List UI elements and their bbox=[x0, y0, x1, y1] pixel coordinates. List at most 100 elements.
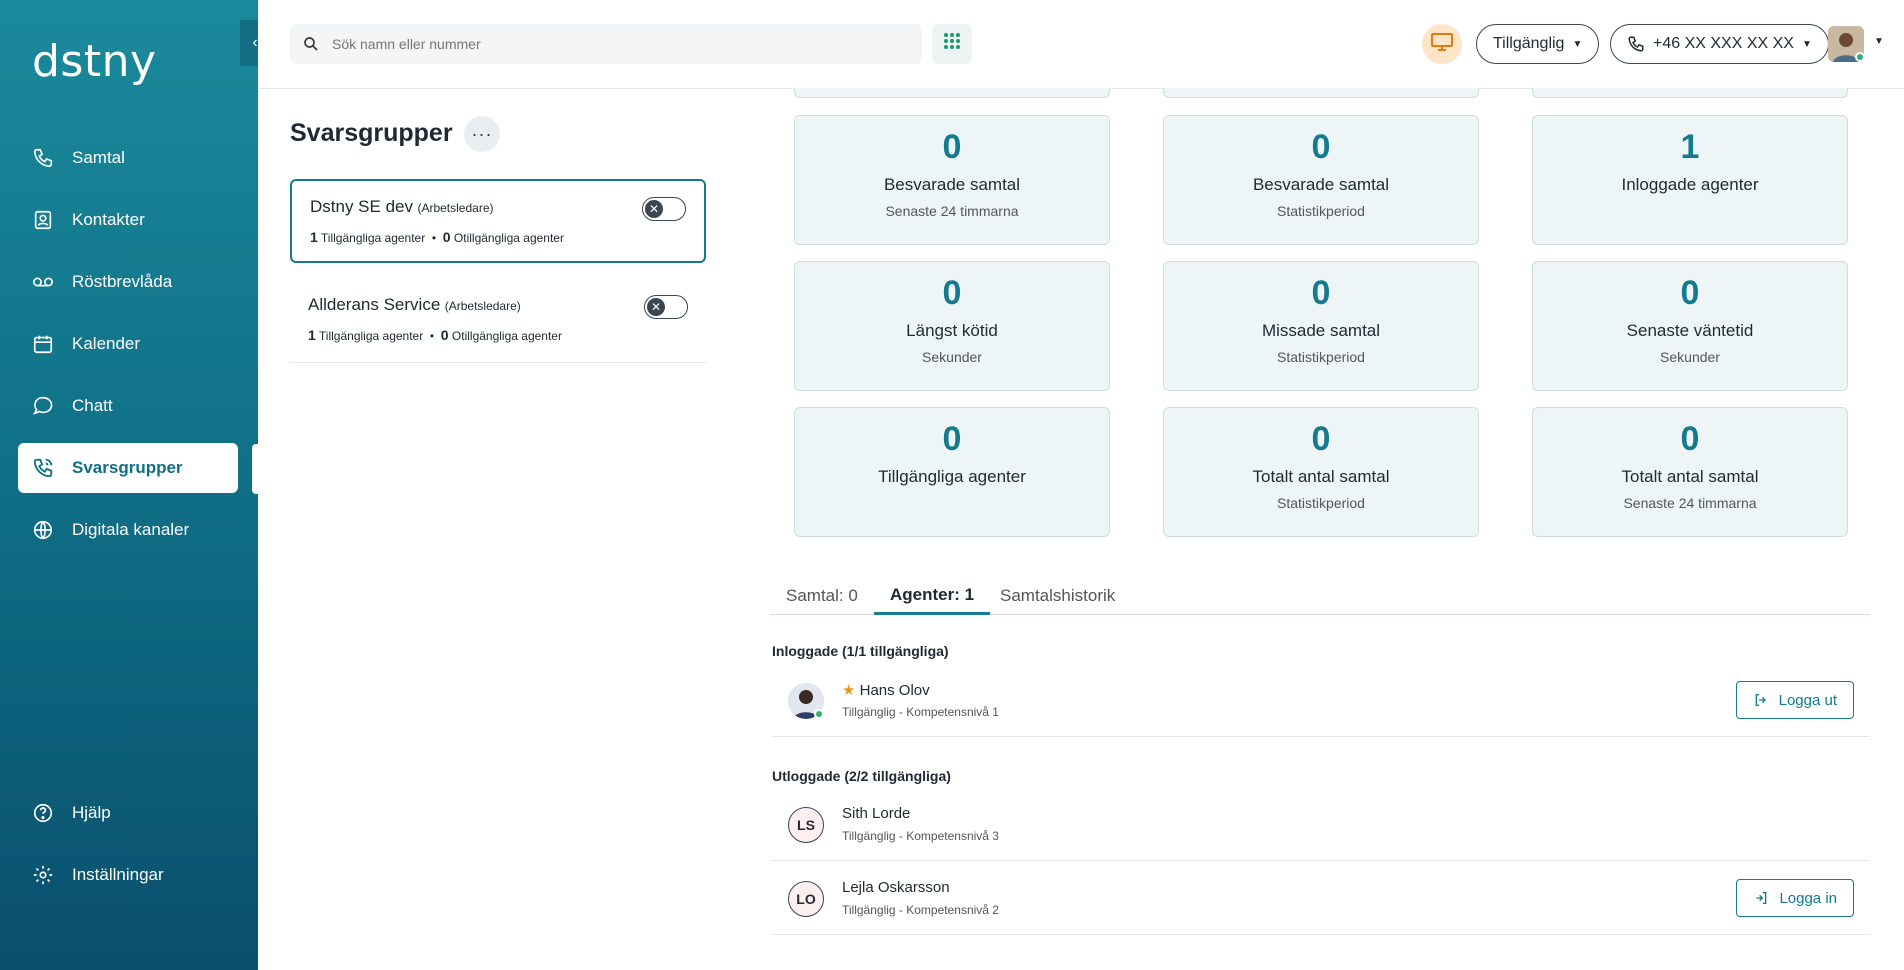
unavailable-count: 0 bbox=[442, 229, 451, 245]
phone-icon bbox=[30, 145, 56, 171]
stat-card: 0 Längst kötid Sekunder bbox=[794, 261, 1110, 391]
search-bar[interactable] bbox=[290, 24, 922, 64]
login-label: Logga in bbox=[1779, 889, 1837, 907]
available-count: 1 bbox=[308, 327, 316, 343]
online-status-dot bbox=[814, 709, 824, 719]
agent-name: Sith Lorde bbox=[842, 805, 911, 822]
sidebar-item-label: Kalender bbox=[72, 334, 141, 353]
sidebar-item-label: Chatt bbox=[72, 396, 113, 415]
stat-label: Inloggade agenter bbox=[1621, 175, 1759, 194]
star-icon: ★ bbox=[842, 682, 856, 699]
sidebar-item-samtal[interactable]: Samtal bbox=[18, 133, 238, 183]
group-role: (Arbetsledare) bbox=[417, 201, 494, 215]
search-icon bbox=[302, 35, 320, 53]
available-label: Tillgängliga agenter bbox=[320, 231, 426, 245]
phone-number-label: +46 XX XXX XX XX bbox=[1653, 35, 1794, 52]
stat-sublabel: Sekunder bbox=[922, 349, 982, 365]
chevron-left-icon: ‹ bbox=[252, 34, 258, 51]
stat-card: 1 Inloggade agenter bbox=[1532, 115, 1848, 245]
stat-card: 0 Totalt antal samtal Statistikperiod bbox=[1163, 407, 1479, 537]
sidebar-item-digitala-kanaler[interactable]: Digitala kanaler bbox=[18, 505, 238, 555]
calendar-icon bbox=[30, 331, 56, 357]
sidebar-item-label: Svarsgrupper bbox=[72, 458, 183, 477]
agent-name: Hans Olov bbox=[859, 682, 930, 699]
login-agent-button[interactable]: Logga in bbox=[1736, 879, 1854, 917]
group-card[interactable]: Dstny SE dev (Arbetsledare) 1 Tillgängli… bbox=[290, 179, 706, 263]
sidebar-item-rostbrevlada[interactable]: Röstbrevlåda bbox=[18, 257, 238, 307]
group-stats: 1 Tillgängliga agenter • 0 Otillgängliga… bbox=[308, 327, 562, 343]
agent-meta: Tillgänglig - Kompetensnivå 3 bbox=[842, 829, 999, 843]
caret-down-icon[interactable]: ▼ bbox=[1874, 36, 1884, 47]
agent-name-row: ★ Hans Olov bbox=[842, 681, 930, 699]
availability-dropdown[interactable]: Tillgänglig ▼ bbox=[1476, 24, 1600, 64]
available-count: 1 bbox=[310, 229, 318, 245]
agent-meta: Tillgänglig - Kompetensnivå 2 bbox=[842, 903, 999, 917]
stat-label: Tillgängliga agenter bbox=[878, 467, 1026, 486]
globe-icon bbox=[30, 517, 56, 543]
stat-card-partial bbox=[1163, 88, 1479, 98]
stat-card: 0 Totalt antal samtal Senaste 24 timmarn… bbox=[1532, 407, 1848, 537]
stat-sublabel: Senaste 24 timmarna bbox=[885, 203, 1019, 219]
unavailable-count: 0 bbox=[440, 327, 449, 343]
stat-sublabel: Statistikperiod bbox=[1277, 495, 1365, 511]
available-label: Tillgängliga agenter bbox=[318, 329, 424, 343]
group-card[interactable]: Allderans Service (Arbetsledare) 1 Tillg… bbox=[290, 279, 706, 363]
unavailable-label: Otillgängliga agenter bbox=[451, 329, 562, 343]
tab-samtalshistorik[interactable]: Samtalshistorik bbox=[984, 577, 1131, 615]
sidebar-item-hjalp[interactable]: Hjälp bbox=[18, 788, 238, 838]
online-status-dot bbox=[1855, 52, 1865, 62]
agent-avatar: LS bbox=[788, 807, 824, 843]
gear-icon bbox=[30, 862, 56, 888]
sidebar-item-kontakter[interactable]: Kontakter bbox=[18, 195, 238, 245]
sidebar-item-installningar[interactable]: Inställningar bbox=[18, 850, 238, 900]
tab-agenter[interactable]: Agenter: 1 bbox=[874, 577, 991, 615]
sidebar: dstny Samtal Kontakter Röstbrevlåda Kale… bbox=[0, 0, 258, 970]
sidebar-item-chatt[interactable]: Chatt bbox=[18, 381, 238, 431]
stat-label: Missade samtal bbox=[1261, 321, 1381, 340]
stat-card-partial bbox=[1532, 88, 1848, 98]
stat-value: 0 bbox=[942, 420, 962, 458]
sidebar-item-svarsgrupper[interactable]: Svarsgrupper bbox=[18, 443, 238, 493]
stat-card: 0 Besvarade samtal Senaste 24 timmarna bbox=[794, 115, 1110, 245]
agent-row: ★ Hans Olov Tillgänglig - Kompetensnivå … bbox=[772, 663, 1870, 737]
agent-avatar: LO bbox=[788, 881, 824, 917]
sidebar-item-label: Inställningar bbox=[72, 865, 164, 884]
stat-value: 1 bbox=[1680, 128, 1700, 166]
logged-out-heading: Utloggade (2/2 tillgängliga) bbox=[772, 768, 951, 784]
groups-panel: Svarsgrupper ··· Dstny SE dev (Arbetsled… bbox=[258, 89, 738, 970]
close-icon: ✕ bbox=[645, 200, 663, 218]
search-input[interactable] bbox=[332, 36, 892, 52]
chat-icon bbox=[30, 393, 56, 419]
tab-samtal[interactable]: Samtal: 0 bbox=[770, 577, 874, 615]
group-stats: 1 Tillgängliga agenter • 0 Otillgängliga… bbox=[310, 229, 564, 245]
stat-sublabel: Statistikperiod bbox=[1277, 203, 1365, 219]
stat-label: Totalt antal samtal bbox=[1621, 467, 1759, 486]
group-toggle[interactable]: ✕ bbox=[644, 295, 688, 319]
caret-down-icon: ▼ bbox=[1572, 38, 1583, 50]
unavailable-label: Otillgängliga agenter bbox=[453, 231, 564, 245]
phone-number-dropdown[interactable]: +46 XX XXX XX XX ▼ bbox=[1610, 24, 1829, 64]
group-toggle[interactable]: ✕ bbox=[642, 197, 686, 221]
monitor-icon bbox=[1430, 32, 1454, 57]
screen-status-button[interactable] bbox=[1422, 24, 1462, 64]
sidebar-item-label: Kontakter bbox=[72, 210, 145, 229]
dialpad-button[interactable] bbox=[932, 24, 972, 64]
logout-label: Logga ut bbox=[1778, 691, 1837, 709]
stat-label: Totalt antal samtal bbox=[1252, 467, 1390, 486]
availability-label: Tillgänglig bbox=[1493, 35, 1565, 52]
more-options-button[interactable]: ··· bbox=[464, 116, 500, 152]
sidebar-item-kalender[interactable]: Kalender bbox=[18, 319, 238, 369]
stat-sublabel: Senaste 24 timmarna bbox=[1623, 495, 1757, 511]
login-icon bbox=[1753, 890, 1769, 906]
phone-icon bbox=[1627, 35, 1645, 53]
stat-value: 0 bbox=[942, 128, 962, 166]
stat-value: 0 bbox=[942, 274, 962, 312]
logout-agent-button[interactable]: Logga ut bbox=[1735, 681, 1854, 719]
stat-sublabel: Statistikperiod bbox=[1277, 349, 1365, 365]
stat-label: Besvarade samtal bbox=[883, 175, 1021, 194]
agent-row: LS Sith Lorde Tillgänglig - Kompetensniv… bbox=[772, 787, 1870, 861]
sidebar-item-label: Röstbrevlåda bbox=[72, 272, 173, 291]
group-name: Allderans Service bbox=[308, 295, 441, 314]
group-phone-icon bbox=[30, 455, 56, 481]
agent-row: LO Lejla Oskarsson Tillgänglig - Kompete… bbox=[772, 861, 1870, 935]
